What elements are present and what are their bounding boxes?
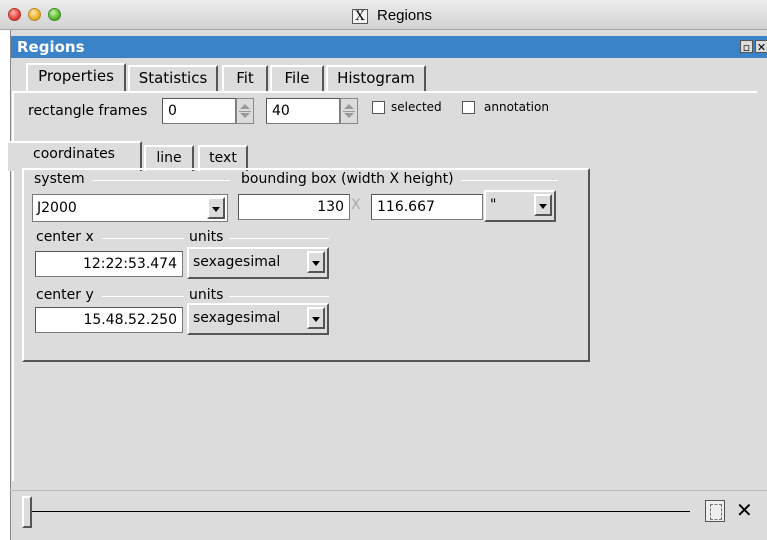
center-y-units-value: sexagesimal xyxy=(193,310,281,326)
divider xyxy=(229,238,329,239)
center-y-units-label: units xyxy=(189,287,224,303)
divider xyxy=(102,238,184,239)
center-x-units-label: units xyxy=(189,229,224,245)
slider-handle[interactable] xyxy=(22,496,32,528)
zoom-window-button[interactable] xyxy=(48,8,61,21)
minimize-window-button[interactable] xyxy=(28,8,41,21)
app-header: Regions ▫ ✕ xyxy=(11,36,767,58)
center-y-label: center y xyxy=(36,287,94,303)
tab-file[interactable]: File xyxy=(270,65,324,91)
bbox-units-value: " xyxy=(490,197,497,213)
center-y-input[interactable]: 15.48.52.250 xyxy=(35,307,183,333)
tab-fit[interactable]: Fit xyxy=(222,65,268,91)
system-select-value: J2000 xyxy=(37,200,77,216)
close-icon[interactable]: ✕ xyxy=(755,40,767,54)
frames-from-stepper[interactable] xyxy=(236,98,254,124)
center-x-units-select[interactable]: sexagesimal xyxy=(187,247,329,279)
center-x-input[interactable]: 12:22:53.474 xyxy=(35,251,183,277)
annotation-checkbox[interactable] xyxy=(462,101,475,114)
close-icon[interactable]: ✕ xyxy=(736,498,753,522)
center-x-units-value: sexagesimal xyxy=(193,254,281,270)
system-select[interactable]: J2000 xyxy=(32,194,228,222)
center-x-label: center x xyxy=(36,229,94,245)
bbox-units-select[interactable]: " xyxy=(484,190,556,222)
trash-icon[interactable] xyxy=(705,500,725,522)
divider xyxy=(92,180,230,181)
tab-statistics[interactable]: Statistics xyxy=(128,65,218,91)
frames-to-input[interactable]: 40 xyxy=(266,98,340,124)
annotation-label: annotation xyxy=(484,100,549,114)
bbox-label: bounding box (width X height) xyxy=(241,171,454,187)
chevron-down-icon xyxy=(307,251,325,273)
divider xyxy=(461,180,558,181)
window-title: Regions xyxy=(377,7,433,24)
window-titlebar: X Regions xyxy=(0,0,767,30)
system-label: system xyxy=(34,171,85,187)
tab-properties[interactable]: Properties xyxy=(26,63,126,93)
chevron-down-icon xyxy=(534,194,552,216)
divider xyxy=(229,296,329,297)
divider xyxy=(10,490,767,491)
frames-from-input[interactable]: 0 xyxy=(162,98,236,124)
selected-label: selected xyxy=(391,100,442,114)
bbox-height-input[interactable]: 116.667 xyxy=(371,194,483,220)
restore-icon[interactable]: ▫ xyxy=(740,40,753,54)
app-title: Regions xyxy=(17,38,85,56)
subtab-coordinates[interactable]: coordinates xyxy=(6,141,142,171)
divider xyxy=(102,296,184,297)
chevron-down-icon xyxy=(307,307,325,329)
center-y-units-select[interactable]: sexagesimal xyxy=(187,303,329,335)
bbox-x-separator: X xyxy=(351,197,361,213)
slider-track[interactable] xyxy=(32,511,690,512)
frames-label: rectangle frames xyxy=(28,103,148,119)
chevron-down-icon xyxy=(207,197,225,219)
bbox-width-input[interactable]: 130 xyxy=(238,194,350,220)
close-window-button[interactable] xyxy=(8,8,21,21)
frames-to-stepper[interactable] xyxy=(340,98,358,124)
tab-histogram[interactable]: Histogram xyxy=(326,65,426,91)
x11-icon: X xyxy=(352,9,368,24)
selected-checkbox[interactable] xyxy=(372,101,385,114)
